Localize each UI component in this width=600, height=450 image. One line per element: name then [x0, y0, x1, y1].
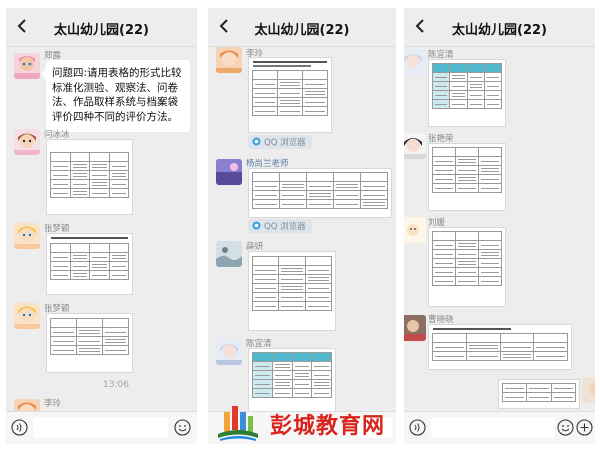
chat-screen-3: 太山幼儿园(22) 陈宜清 张艳荣 刘媛 曹晓晓 [404, 8, 595, 444]
message-list[interactable]: 李玲 QQ 浏览器 杨尚兰老师 QQ 浏览器 薛妍 陈宜清 [208, 47, 396, 412]
document-image[interactable] [46, 139, 133, 215]
avatar[interactable] [404, 217, 426, 243]
chat-screen-2: 太山幼儿园(22) 李玲 QQ 浏览器 杨尚兰老师 QQ 浏览器 薛妍 陈宜清 [208, 8, 396, 444]
document-image[interactable] [428, 59, 506, 127]
plus-icon[interactable] [576, 419, 593, 436]
qq-browser-tag[interactable]: QQ 浏览器 [248, 219, 312, 233]
avatar[interactable] [14, 53, 40, 79]
document-image[interactable] [428, 143, 506, 211]
avatar[interactable] [216, 241, 242, 267]
title-bar: 太山幼儿园(22) [6, 8, 197, 47]
message-list[interactable]: 郑露 问题四:请用表格的形式比较标准化测验、观察法、问卷法、作品取样系统与档案袋… [6, 47, 197, 412]
title-bar: 太山幼儿园(22) [208, 8, 396, 47]
qq-browser-tag[interactable]: QQ 浏览器 [248, 135, 312, 149]
document-image[interactable] [428, 227, 506, 307]
chat-screen-1: 太山幼儿园(22) 郑露 问题四:请用表格的形式比较标准化测验、观察法、问卷法、… [6, 8, 197, 444]
qq-browser-icon [252, 137, 261, 146]
timestamp: 13:06 [103, 380, 129, 390]
avatar[interactable] [404, 315, 426, 341]
avatar[interactable] [14, 129, 40, 155]
avatar[interactable] [14, 303, 40, 329]
document-image[interactable] [428, 324, 572, 370]
document-image[interactable] [498, 379, 580, 409]
input-bar [6, 411, 197, 444]
watermark-logo [218, 406, 258, 441]
title-bar: 太山幼儿园(22) [404, 8, 595, 47]
watermark: 彭城教育网 [212, 402, 402, 446]
document-image[interactable] [248, 57, 332, 133]
document-image[interactable] [248, 251, 336, 331]
message-list[interactable]: 陈宜清 张艳荣 刘媛 曹晓晓 [404, 47, 595, 412]
document-image[interactable] [46, 233, 133, 295]
chat-title: 太山幼儿园(22) [254, 23, 350, 38]
emoji-icon[interactable] [557, 419, 574, 436]
document-image[interactable] [46, 313, 133, 373]
input-bar [404, 411, 595, 444]
avatar[interactable] [216, 47, 242, 73]
message-bubble[interactable]: 问题四:请用表格的形式比较标准化测验、观察法、问卷法、作品取样系统与档案袋评价四… [41, 60, 190, 132]
qq-browser-label: QQ 浏览器 [264, 222, 306, 232]
message-input[interactable] [33, 417, 168, 438]
voice-icon[interactable] [409, 419, 426, 436]
sender-name: 李玲 [44, 399, 62, 409]
avatar[interactable] [14, 223, 40, 249]
qq-browser-label: QQ 浏览器 [264, 138, 306, 148]
document-image[interactable] [248, 168, 392, 218]
avatar[interactable] [404, 133, 426, 159]
avatar[interactable] [216, 159, 242, 185]
chat-title: 太山幼儿园(22) [54, 23, 149, 38]
qq-browser-icon [252, 221, 261, 230]
avatar[interactable] [216, 339, 242, 365]
avatar[interactable] [582, 377, 595, 403]
chat-title: 太山幼儿园(22) [452, 23, 547, 38]
message-input[interactable] [431, 417, 555, 438]
emoji-icon[interactable] [174, 419, 191, 436]
watermark-text: 彭城教育网 [270, 414, 386, 439]
voice-icon[interactable] [11, 419, 28, 436]
avatar[interactable] [404, 49, 426, 75]
